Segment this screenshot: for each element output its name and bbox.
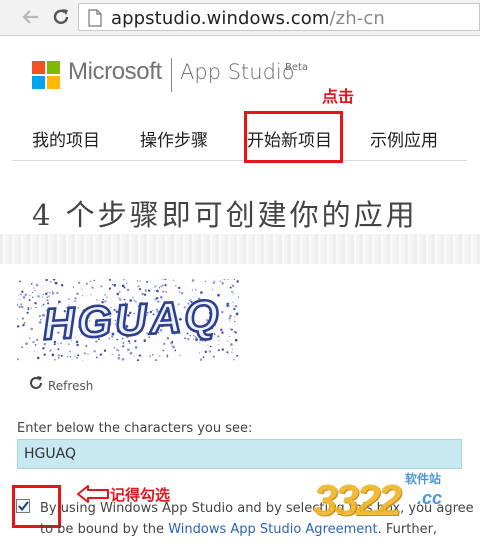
watermark-logo: 3322 软件站 .cc — [313, 472, 443, 525]
url-text: appstudio.windows.com/zh-cn — [111, 8, 385, 29]
page-icon — [87, 9, 103, 27]
refresh-captcha-button[interactable]: Refresh — [28, 375, 93, 396]
page-headline: 4 个步骤即可创建你的应用 — [32, 198, 418, 232]
beta-badge: Beta — [285, 62, 309, 73]
nav-divider — [12, 160, 467, 161]
nav-item-my-projects[interactable]: 我的项目 — [32, 126, 100, 151]
captcha-input[interactable] — [17, 439, 462, 469]
product-name: App Studio — [180, 60, 295, 84]
captcha-field-label: Enter below the characters you see: — [17, 421, 253, 436]
brand-name: Microsoft — [68, 58, 162, 85]
nav-item-steps[interactable]: 操作步骤 — [140, 126, 208, 151]
main-nav: 我的项目 操作步骤 开始新项目 示例应用 — [0, 118, 480, 162]
captcha-image: HGUAQ — [17, 279, 239, 361]
svg-text:HGUAQ: HGUAQ — [42, 291, 223, 349]
refresh-icon — [28, 375, 44, 396]
refresh-label: Refresh — [48, 378, 94, 393]
address-bar[interactable]: appstudio.windows.com/zh-cn — [78, 3, 480, 31]
brand-separator — [171, 58, 172, 92]
reload-icon[interactable] — [50, 6, 72, 28]
click-annotation: 点击 — [322, 87, 355, 106]
nav-item-sample-apps[interactable]: 示例应用 — [370, 126, 438, 151]
back-arrow-icon[interactable] — [20, 6, 42, 28]
highlight-box-new-project — [244, 111, 343, 163]
microsoft-logo — [32, 61, 60, 89]
browser-toolbar: appstudio.windows.com/zh-cn — [0, 0, 480, 36]
screenshot-divider — [0, 234, 480, 264]
